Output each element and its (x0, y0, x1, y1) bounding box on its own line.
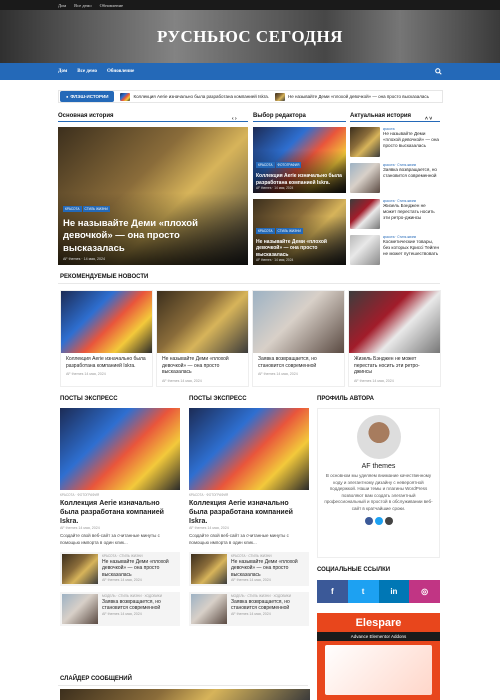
top-bar: Дом Все демо Обновление (0, 0, 500, 10)
express-image[interactable] (60, 408, 180, 490)
recommended-title[interactable]: Жизель Бэнджен не может перестать носить… (349, 353, 440, 379)
nav-home[interactable]: Дом (58, 69, 67, 74)
express-small-item[interactable]: МОДЕЛЬ · СТИЛЬ ЖИЗНИ · ХОДОВИКИ Заявка во… (189, 591, 309, 626)
trending-item[interactable]: красота · Стиль жизни Косметические товар… (350, 235, 440, 267)
ad-banner[interactable]: Elespare Advance Elementor Addons (317, 613, 440, 700)
ticker-label: ● ФЛЭШ-ИСТОРИИ (60, 91, 115, 102)
divider (253, 121, 346, 122)
express-small-item[interactable]: КРАСОТА · СТИЛЬ ЖИЗНИ Не называйте Деми «… (189, 551, 309, 586)
recommended-title[interactable]: Заявка возвращается, но становится совре… (253, 353, 344, 372)
recommended-title[interactable]: Не называйте Деми «плохой девочкой» — он… (157, 353, 248, 379)
trending-item[interactable]: красота · Стиль жизни Жизель Бэнджен не м… (350, 199, 440, 233)
trending-list: красота Не называйте Деми «плохой девочко… (350, 127, 440, 267)
express-small-item[interactable]: МОДЕЛЬ · СТИЛЬ ЖИЗНИ · ХОДОВИКИ Заявка во… (60, 591, 180, 626)
editor-card[interactable]: красота Стиль жизни Не называйте Деми «пл… (253, 199, 346, 265)
editor-card-title[interactable]: Коллекция Aerie изначально была разработ… (256, 173, 343, 186)
nav-demos[interactable]: Все демо (77, 69, 97, 74)
editor-card[interactable]: красота фотография Коллекция Aerie изнача… (253, 127, 346, 193)
trending-item[interactable]: красота Не называйте Деми «плохой девочко… (350, 127, 440, 161)
recommended-card[interactable]: Коллекция Aerie изначально была разработ… (60, 290, 153, 387)
divider (58, 685, 308, 686)
ad-subtitle: Advance Elementor Addons (317, 632, 440, 641)
slider-heading: СЛАЙДЕР СООБЩЕНИЙ (60, 676, 132, 682)
recommended-card[interactable]: Жизель Бэнджен не может перестать носить… (348, 290, 441, 387)
category-badge[interactable]: красота (63, 205, 82, 212)
topbar-link-update[interactable]: Обновление (100, 3, 123, 8)
author-profile: AF themes В основном мы уделяем внимание… (317, 408, 440, 558)
divider (58, 121, 248, 122)
social-links: f t in ◎ (317, 580, 440, 603)
express-title[interactable]: Коллекция Aerie изначально была разработ… (189, 500, 309, 526)
recommended-card[interactable]: Заявка возвращается, но становится совре… (252, 290, 345, 387)
twitter-icon[interactable] (374, 517, 383, 526)
editor-pick-heading: Выбор редактора (253, 113, 306, 119)
facebook-icon[interactable] (364, 517, 373, 526)
topbar-link-home[interactable]: Дом (58, 3, 66, 8)
express-column: КРАСОТА · ФОТОГРАФИЯ Коллекция Aerie изн… (189, 408, 309, 626)
express-heading: ПОСТЫ ЭКСПРЕСС (189, 396, 247, 402)
ad-image (325, 645, 432, 695)
express-small-item[interactable]: КРАСОТА · СТИЛЬ ЖИЗНИ Не называйте Деми «… (60, 551, 180, 586)
editor-card-title[interactable]: Не называйте Деми «плохой девочкой» — он… (256, 239, 343, 259)
express-heading: ПОСТЫ ЭКСПРЕСС (60, 396, 118, 402)
site-header: РУСНЬЮС СЕГОДНЯ (0, 10, 500, 63)
author-bio: В основном мы уделяем внимание качествен… (324, 473, 433, 511)
recommended-image[interactable] (61, 291, 152, 353)
author-name[interactable]: AF themes (318, 463, 439, 470)
slider-image[interactable] (60, 689, 310, 700)
carousel-arrows[interactable]: ‹ › (232, 116, 237, 122)
instagram-icon[interactable] (384, 517, 393, 526)
recommended-title[interactable]: Коллекция Aerie изначально была разработ… (61, 353, 152, 372)
ticker-item[interactable]: Коллекция Aerie изначально была разработ… (120, 92, 269, 101)
avatar[interactable] (356, 415, 401, 459)
express-title[interactable]: Коллекция Aerie изначально была разработ… (60, 500, 180, 526)
recommended-heading: РЕКОМЕНДУЕМЫЕ НОВОСТИ (60, 274, 149, 280)
divider (58, 283, 440, 284)
search-icon[interactable] (435, 68, 442, 75)
twitter-icon[interactable]: t (347, 580, 379, 603)
main-story-title[interactable]: Не называйте Деми «плохой девочкой» — он… (63, 218, 243, 255)
express-column: КРАСОТА · ФОТОГРАФИЯ Коллекция Aerie изн… (60, 408, 180, 626)
trending-item[interactable]: красота · Стиль жизни Заявка возвращается… (350, 163, 440, 197)
post-meta: AF themes · 14 мая, 2024 (63, 257, 105, 261)
instagram-icon[interactable]: ◎ (409, 580, 440, 603)
topbar-link-demos[interactable]: Все демо (74, 3, 92, 8)
ad-title: Elespare (355, 617, 402, 629)
profile-heading: ПРОФИЛЬ АВТОРА (317, 396, 374, 402)
trending-heading: Актуальная история (350, 113, 412, 119)
recommended-card[interactable]: Не называйте Деми «плохой девочкой» — он… (156, 290, 249, 387)
social-heading: СОЦИАЛЬНЫЕ ССЫЛКИ (317, 567, 391, 573)
ticker-item[interactable]: Не называйте Деми «плохой девочкой» — он… (275, 92, 429, 101)
nav-update[interactable]: Обновление (107, 69, 134, 74)
express-image[interactable] (189, 408, 309, 490)
flash-icon: ● (66, 94, 69, 99)
main-nav: Дом Все демо Обновление (0, 63, 500, 80)
facebook-icon[interactable]: f (317, 580, 348, 603)
main-story-card[interactable]: красота Стиль жизни Не называйте Деми «пл… (58, 127, 248, 265)
site-title[interactable]: РУСНЬЮС СЕГОДНЯ (157, 27, 343, 47)
category-badge[interactable]: Стиль жизни (82, 205, 110, 212)
linkedin-icon[interactable]: in (378, 580, 410, 603)
main-story-heading: Основная история (58, 113, 114, 119)
divider (350, 121, 440, 122)
flash-ticker: ● ФЛЭШ-ИСТОРИИ Коллекция Aerie изначальн… (58, 90, 443, 103)
